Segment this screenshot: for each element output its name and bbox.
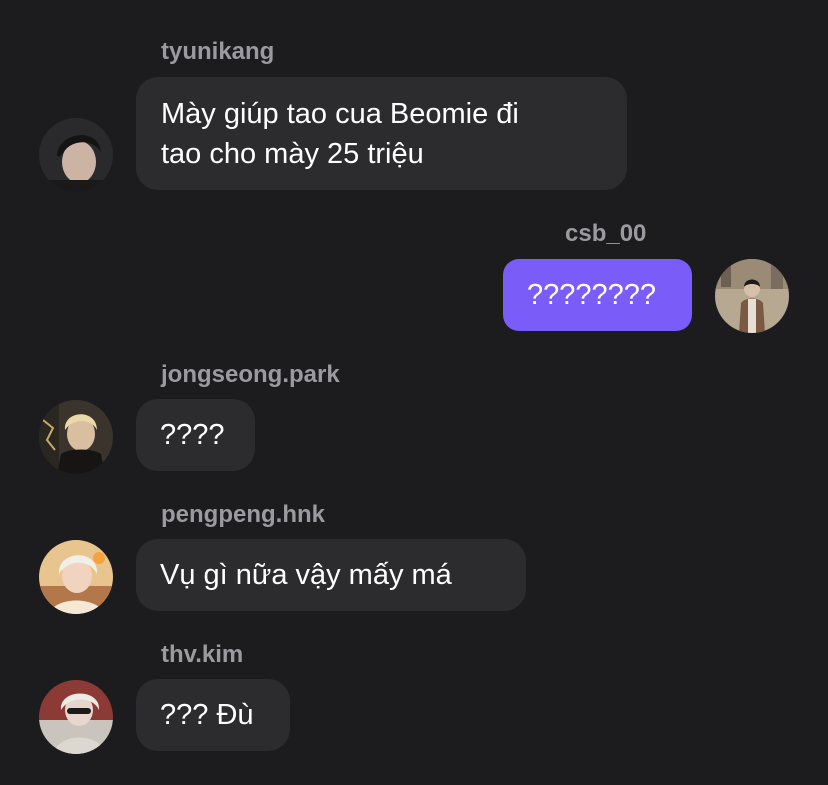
avatar[interactable] — [39, 118, 113, 192]
message-bubble[interactable]: Mày giúp tao cua Beomie đi tao cho mày 2… — [136, 77, 627, 190]
avatar[interactable] — [39, 400, 113, 474]
avatar[interactable] — [39, 540, 113, 614]
message-text-line: Vụ gì nữa vậy mấy má — [160, 559, 452, 591]
user-avatar-icon — [39, 680, 113, 754]
message-text-line: ???????? — [527, 279, 657, 311]
user-avatar-icon — [39, 540, 113, 614]
sender-name[interactable]: jongseong.park — [161, 361, 340, 389]
message-bubble[interactable]: ??? Đù — [136, 679, 290, 751]
message-text-line: Mày giúp tao cua Beomie đi — [161, 98, 519, 130]
chat-thread: tyunikang Mày giúp tao cua Beomie đi tao… — [0, 0, 828, 785]
message-text-line: ??? Đù — [160, 699, 254, 731]
sender-name[interactable]: pengpeng.hnk — [161, 501, 325, 529]
user-avatar-icon — [39, 118, 113, 192]
avatar[interactable] — [39, 680, 113, 754]
message-text-line: ???? — [160, 419, 225, 451]
message-bubble-outgoing[interactable]: ???????? — [503, 259, 692, 331]
avatar[interactable] — [715, 259, 789, 333]
sender-name[interactable]: csb_00 — [565, 220, 646, 248]
message-bubble[interactable]: Vụ gì nữa vậy mấy má — [136, 539, 526, 611]
user-avatar-icon — [715, 259, 789, 333]
sender-name[interactable]: thv.kim — [161, 641, 243, 669]
sender-name[interactable]: tyunikang — [161, 38, 274, 66]
user-avatar-icon — [39, 400, 113, 474]
message-bubble[interactable]: ???? — [136, 399, 255, 471]
message-text-line: tao cho mày 25 triệu — [161, 138, 424, 170]
